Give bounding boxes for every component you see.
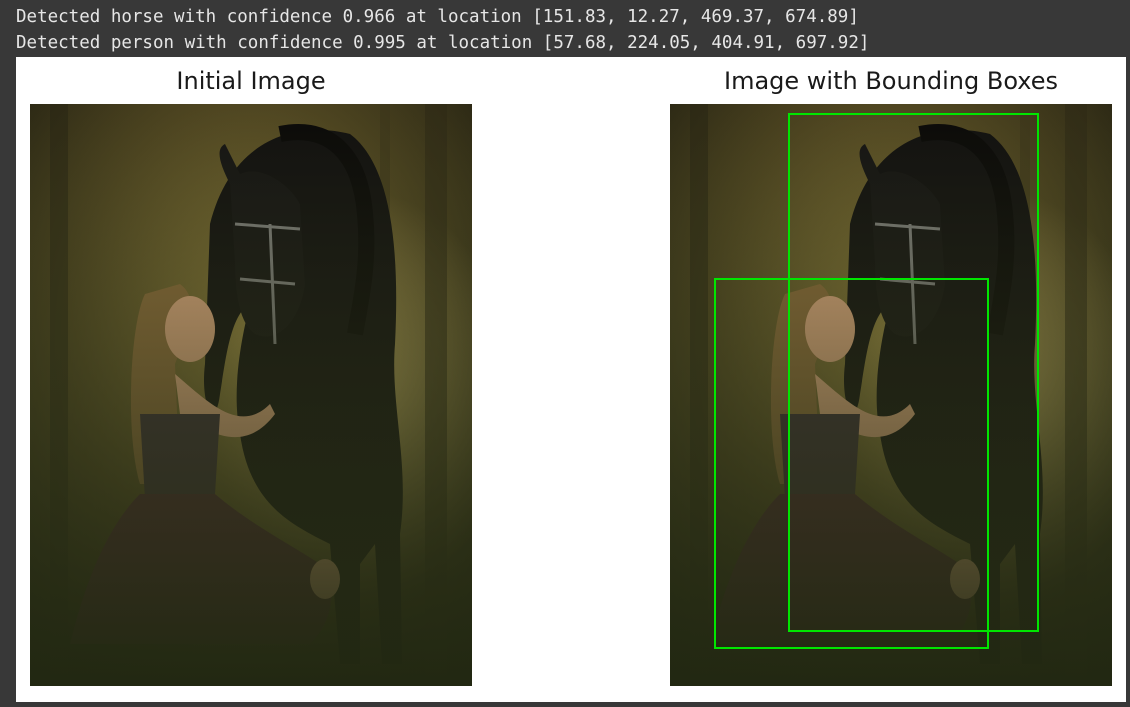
image-with-bounding-boxes bbox=[670, 104, 1112, 686]
output-line-horse: Detected horse with confidence 0.966 at … bbox=[16, 7, 859, 27]
initial-image-title: Initial Image bbox=[176, 67, 326, 95]
person-bounding-box bbox=[714, 278, 989, 649]
matplotlib-figure: Initial Image Image with Bounding Boxes bbox=[16, 57, 1126, 702]
initial-image bbox=[30, 104, 472, 686]
output-line-person: Detected person with confidence 0.995 at… bbox=[16, 33, 870, 53]
bounding-boxes-title: Image with Bounding Boxes bbox=[723, 67, 1059, 95]
